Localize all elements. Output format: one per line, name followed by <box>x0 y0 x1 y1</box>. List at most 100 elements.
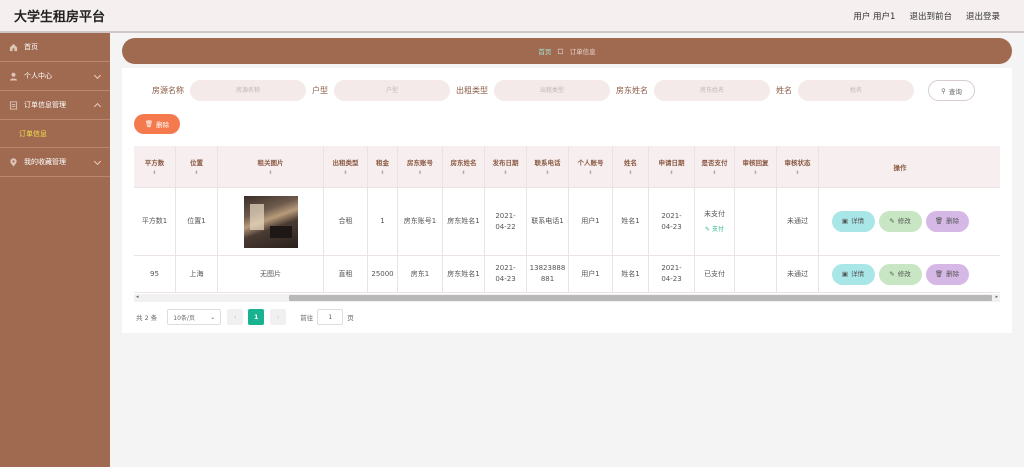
pay-link[interactable]: ✎ 支付 <box>705 224 724 235</box>
search-input-rent-type[interactable]: 出租类型 <box>494 80 610 101</box>
horizontal-scrollbar[interactable]: ◂ ▸ <box>134 294 1000 302</box>
cell-personal-account: 用户1 <box>569 188 613 255</box>
cell-review-status: 未通过 <box>777 188 819 255</box>
sort-icon[interactable]: ⬍ <box>503 171 507 176</box>
detail-icon: ▣ <box>841 269 849 278</box>
cell-location: 位置1 <box>176 188 218 255</box>
sort-icon[interactable]: ⬍ <box>152 171 156 176</box>
cell-paid: 已支付 <box>695 256 735 292</box>
search-input-layout[interactable]: 户型 <box>334 80 450 101</box>
cell-personal-account: 用户1 <box>569 256 613 292</box>
query-button[interactable]: ⚲ 查询 <box>928 80 975 101</box>
sort-icon[interactable]: ⬍ <box>194 171 198 176</box>
sort-icon[interactable]: ⬍ <box>795 171 799 176</box>
goto-label: 前往 <box>300 314 314 322</box>
breadcrumb-separator: □ <box>557 47 564 55</box>
sidebar-item-label: 个人中心 <box>24 72 52 80</box>
top-nav: 用户 用户1 退出到前台 退出登录 <box>853 10 1000 22</box>
house-photo[interactable] <box>243 195 298 248</box>
search-input-house-name[interactable]: 房源名称 <box>190 80 306 101</box>
col-header-review-status[interactable]: 审核状态 ⬍ <box>777 146 819 187</box>
edit-button[interactable]: ✎ 修改 <box>878 211 922 232</box>
sort-icon[interactable]: ⬍ <box>343 171 347 176</box>
sidebar-item-label: 我的收藏管理 <box>24 158 66 166</box>
home-icon <box>9 43 18 52</box>
scroll-left-arrow-icon[interactable]: ◂ <box>136 294 139 300</box>
sort-icon[interactable]: ⬍ <box>545 171 549 176</box>
scroll-right-arrow-icon[interactable]: ▸ <box>995 294 998 300</box>
user-icon <box>9 72 18 81</box>
prev-page-button[interactable]: ‹ <box>227 309 244 325</box>
cell-area: 平方数1 <box>134 188 176 255</box>
cell-paid: 未支付 ✎ 支付 <box>695 188 735 255</box>
col-header-area[interactable]: 平方数 ⬍ <box>134 146 176 187</box>
col-header-name[interactable]: 姓名 ⬍ <box>613 146 649 187</box>
col-header-paid[interactable]: 是否支付 ⬍ <box>695 146 735 187</box>
cell-phone: 13823888881 <box>527 256 569 292</box>
sort-icon[interactable]: ⬍ <box>712 171 716 176</box>
col-header-personal-account[interactable]: 个人账号 ⬍ <box>569 146 613 187</box>
cell-area: 95 <box>134 256 176 292</box>
search-label-name: 姓名 <box>776 86 792 95</box>
sidebar-subitem-order-info[interactable]: 订单信息 <box>0 120 110 148</box>
detail-button[interactable]: ▣ 详情 <box>831 263 875 285</box>
delete-button[interactable]: 🗑 删除 <box>925 263 969 285</box>
exit-to-front-link[interactable]: 退出到前台 <box>909 10 952 22</box>
breadcrumb-home[interactable]: 首页 <box>538 46 551 56</box>
delete-button[interactable]: 🗑 删除 <box>925 211 969 232</box>
next-page-button[interactable]: › <box>270 309 287 325</box>
col-header-rent-type[interactable]: 出租类型 ⬍ <box>324 146 368 187</box>
sort-icon[interactable]: ⬍ <box>753 171 757 176</box>
sort-icon[interactable]: ⬍ <box>588 171 592 176</box>
cell-landlord-account: 房东账号1 <box>398 188 443 255</box>
sort-icon[interactable]: ⬍ <box>461 171 465 176</box>
breadcrumb: 首页 □ 订单信息 <box>122 38 1012 64</box>
sort-icon[interactable]: ⬍ <box>418 171 422 176</box>
batch-delete-button[interactable]: 🗑 删除 <box>134 114 180 134</box>
col-header-publish-date[interactable]: 发布日期 ⬍ <box>485 146 527 187</box>
cell-review-reply <box>735 188 777 255</box>
col-header-image[interactable]: 租关图片 ⬍ <box>218 146 324 187</box>
cell-publish-date: 2021-04-22 <box>485 188 527 255</box>
sidebar-item-home[interactable]: 首页 <box>0 33 110 62</box>
chevron-down-icon <box>93 102 102 111</box>
cell-image <box>218 188 324 255</box>
sidebar-item-favorites[interactable]: 我的收藏管理 <box>0 148 110 177</box>
page-suffix-label: 页 <box>347 314 354 322</box>
col-header-landlord-account[interactable]: 房东账号 ⬍ <box>398 146 443 187</box>
col-header-apply-date[interactable]: 申请日期 ⬍ <box>649 146 695 187</box>
sort-icon[interactable]: ⬍ <box>268 171 272 176</box>
logout-link[interactable]: 退出登录 <box>966 10 1000 22</box>
col-header-review-reply[interactable]: 审核回复 ⬍ <box>735 146 777 187</box>
pagination: 共 2 条 10条/页 ⌄ ‹ 1 › 前往 1 页 <box>136 309 354 325</box>
goto-page-input[interactable]: 1 <box>317 309 344 325</box>
search-bar: 房源名称 房源名称 户型 户型 出租类型 出租类型 房东姓名 房东姓名 姓名 姓… <box>152 80 920 101</box>
detail-icon: ▣ <box>841 217 849 225</box>
sidebar: 首页 个人中心 订单信息管理 订单信息 我的收藏管理 <box>0 33 110 467</box>
col-header-landlord-name[interactable]: 房东姓名 ⬍ <box>443 146 485 187</box>
cell-name: 姓名1 <box>613 188 649 255</box>
search-input-name[interactable]: 姓名 <box>798 80 914 101</box>
orders-table: 平方数 ⬍ 位置 ⬍ 租关图片 ⬍ 出租类型 ⬍ 租金 ⬍ 房东账号 ⬍ 房东姓名 ⬍ 发布日… <box>134 146 1000 293</box>
sort-icon[interactable]: ⬍ <box>628 171 632 176</box>
main-card: 房源名称 房源名称 户型 户型 出租类型 出租类型 房东姓名 房东姓名 姓名 姓… <box>122 68 1012 333</box>
sidebar-item-profile[interactable]: 个人中心 <box>0 62 110 91</box>
col-header-rent[interactable]: 租金 ⬍ <box>368 146 398 187</box>
trash-icon: 🗑 <box>144 120 154 128</box>
trash-icon: 🗑 <box>934 217 944 225</box>
edit-button[interactable]: ✎ 修改 <box>878 263 922 285</box>
sidebar-item-label: 订单信息管理 <box>24 101 66 109</box>
cell-landlord-name: 房东姓名1 <box>443 188 485 255</box>
sort-icon[interactable]: ⬍ <box>380 171 384 176</box>
col-header-location[interactable]: 位置 ⬍ <box>176 146 218 187</box>
sort-icon[interactable]: ⬍ <box>669 171 673 176</box>
edit-icon: ✎ <box>889 217 895 225</box>
scrollbar-thumb[interactable] <box>289 295 992 301</box>
page-number-button[interactable]: 1 <box>248 309 265 325</box>
search-label-landlord-name: 房东姓名 <box>616 86 648 95</box>
detail-button[interactable]: ▣ 详情 <box>831 211 875 232</box>
col-header-phone[interactable]: 联系电话 ⬍ <box>527 146 569 187</box>
page-size-select[interactable]: 10条/页 ⌄ <box>167 309 222 325</box>
search-input-landlord-name[interactable]: 房东姓名 <box>654 80 770 101</box>
sidebar-item-orders[interactable]: 订单信息管理 <box>0 91 110 120</box>
